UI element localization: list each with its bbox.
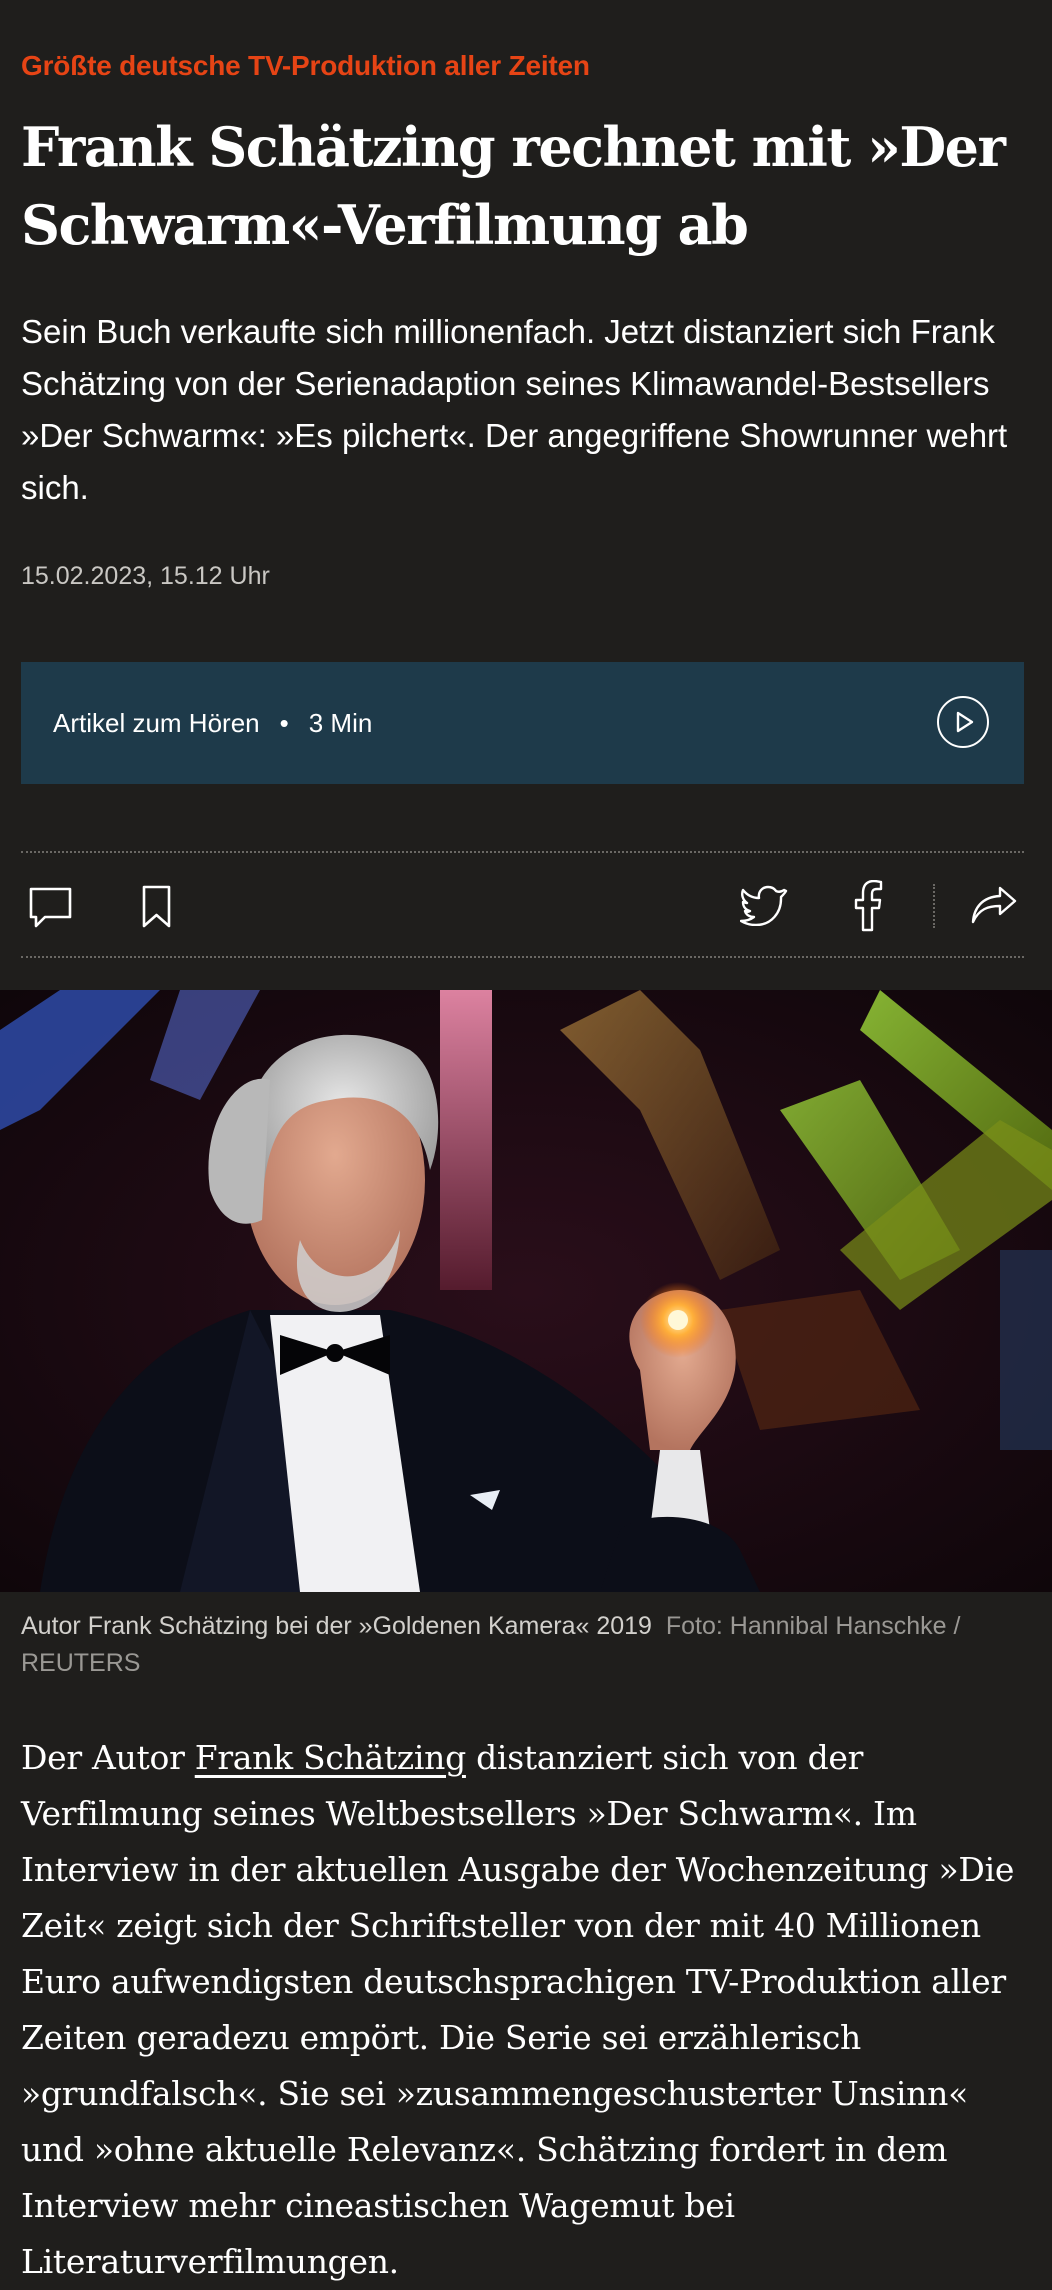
body-text-rest: distanziert sich von der Verfilmung sein… bbox=[21, 1738, 1015, 2281]
comment-icon[interactable] bbox=[28, 884, 74, 935]
audio-separator: • bbox=[279, 707, 289, 738]
article-date: 15.02.2023, 15.12 Uhr bbox=[21, 562, 270, 590]
audio-duration: 3 Min bbox=[308, 707, 373, 738]
article-lead: Sein Buch verkaufte sich millionenfach. … bbox=[21, 313, 1008, 506]
author-link[interactable]: Frank Schätzing bbox=[195, 1738, 466, 1777]
article-kicker: Größte deutsche TV-Produktion aller Zeit… bbox=[21, 50, 590, 81]
twitter-icon[interactable] bbox=[739, 884, 788, 931]
audio-label: Artikel zum Hören bbox=[53, 707, 260, 738]
share-icon[interactable] bbox=[970, 884, 1018, 931]
body-text-start: Der Autor bbox=[21, 1738, 195, 1777]
audio-player-bar[interactable]: Artikel zum Hören • 3 Min bbox=[21, 662, 1024, 784]
bookmark-icon[interactable] bbox=[140, 884, 174, 935]
photo-caption: Autor Frank Schätzing bei der »Goldenen … bbox=[21, 1608, 1031, 1682]
facebook-icon[interactable] bbox=[853, 879, 883, 937]
caption-text: Autor Frank Schätzing bei der »Goldenen … bbox=[21, 1612, 652, 1640]
article-photo bbox=[0, 990, 1052, 1592]
toolbar-separator bbox=[933, 884, 935, 928]
article-body: Der Autor Frank Schätzing distanziert si… bbox=[21, 1730, 1031, 2290]
divider-top bbox=[21, 851, 1024, 853]
play-icon[interactable] bbox=[937, 696, 989, 748]
divider-bottom bbox=[21, 956, 1024, 958]
article-headline: Frank Schätzing rechnet mit »Der Schwarm… bbox=[21, 115, 1006, 257]
